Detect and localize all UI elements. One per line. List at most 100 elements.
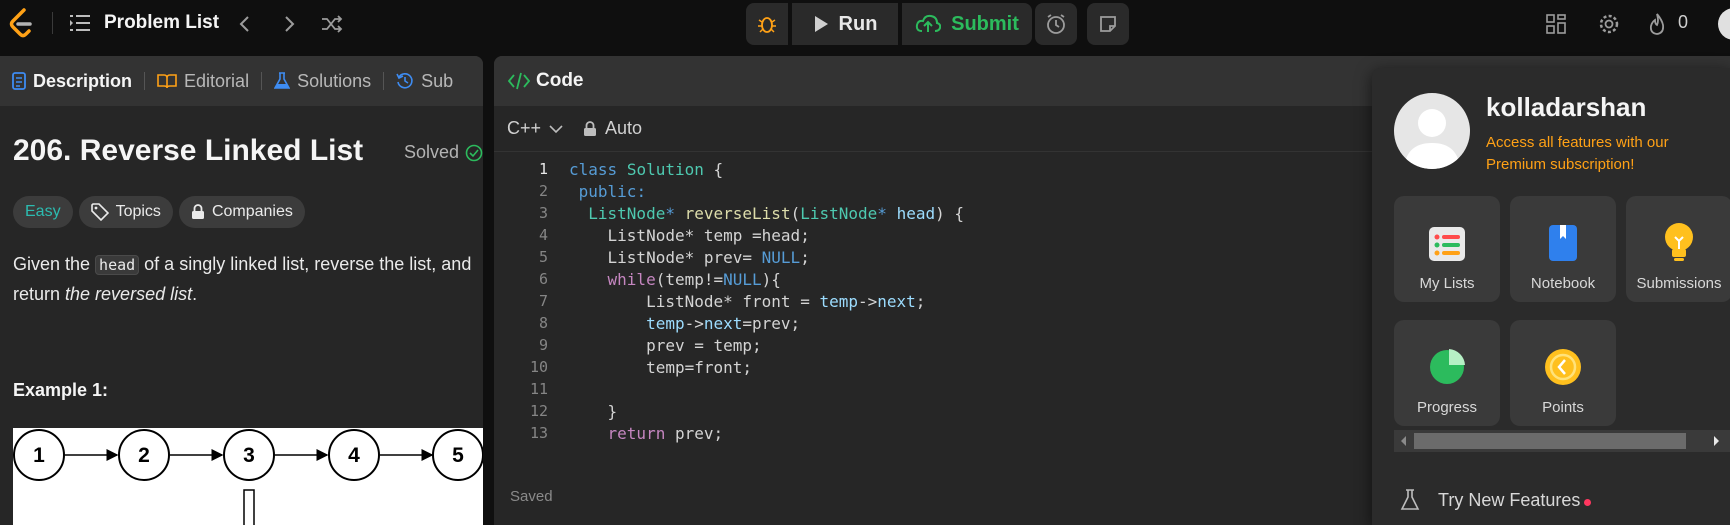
flask-icon: [1400, 489, 1420, 510]
tab-editorial[interactable]: Editorial: [157, 71, 249, 92]
line-number: 7: [538, 292, 548, 310]
premium-promo-link[interactable]: Access all features with our Premium sub…: [1486, 132, 1706, 176]
node-label: 5: [452, 444, 464, 467]
code-line: ListNode* reverseList(ListNode* head) {: [588, 204, 964, 223]
streak-count: 0: [1678, 12, 1689, 32]
page-title: 206. Reverse Linked List: [13, 134, 364, 167]
divider: [52, 12, 53, 34]
scrollbar-thumb[interactable]: [1414, 433, 1686, 449]
submit-label: Submit: [951, 12, 1019, 35]
language-select[interactable]: C++: [507, 118, 563, 139]
alarm-clock-icon: [1047, 14, 1065, 34]
notes-button[interactable]: [1087, 3, 1129, 45]
linked-list-node: 2: [118, 429, 170, 481]
tab-submissions[interactable]: Sub: [396, 71, 453, 92]
description-icon: [12, 72, 26, 90]
horizontal-scrollbar[interactable]: [1394, 430, 1730, 452]
my-lists-tile[interactable]: My Lists: [1394, 196, 1500, 302]
problem-description: Given the head of a singly linked list, …: [13, 250, 473, 309]
streak-flame-icon[interactable]: [1645, 10, 1669, 38]
tab-divider: [383, 72, 385, 90]
example-diagram: 1 2 3 4 5: [13, 428, 483, 525]
top-navbar: Problem List Run Submit 0: [0, 0, 1730, 48]
tab-solutions[interactable]: Solutions: [274, 71, 371, 92]
chevron-right-icon[interactable]: [276, 10, 304, 38]
gear-icon[interactable]: [1595, 10, 1623, 38]
problem-tags: Easy Topics Companies: [13, 196, 305, 228]
tab-label: Editorial: [184, 70, 250, 91]
user-dropdown-menu: kolladarshan Access all features with ou…: [1372, 68, 1730, 525]
username[interactable]: kolladarshan: [1486, 92, 1646, 123]
notebook-icon: [1549, 225, 1577, 261]
tile-label: Progress: [1416, 399, 1478, 416]
problem-list-link[interactable]: Problem List: [104, 12, 219, 34]
chip-label: Topics: [115, 203, 161, 220]
auto-mode-toggle[interactable]: Auto: [583, 118, 642, 139]
node-label: 3: [243, 444, 255, 467]
save-status: Saved: [510, 488, 553, 505]
auto-label: Auto: [605, 118, 643, 138]
run-button[interactable]: Run: [792, 3, 898, 45]
companies-chip[interactable]: Companies: [178, 196, 305, 228]
desc-emphasis: the reversed list: [65, 284, 193, 304]
chevron-down-icon: [549, 124, 563, 133]
solved-status: Solved: [404, 142, 483, 163]
list-icon: [1429, 227, 1465, 261]
down-arrow-shaft: [243, 489, 255, 525]
code-brackets-icon: [508, 72, 530, 90]
points-tile[interactable]: Points: [1510, 320, 1616, 426]
try-new-features-item[interactable]: Try New Features: [1400, 489, 1592, 511]
tab-divider: [261, 72, 263, 90]
check-circle-icon: [465, 144, 483, 161]
new-indicator-dot: [1584, 498, 1592, 506]
avatar[interactable]: [1394, 93, 1470, 169]
tile-label: Notebook: [1530, 275, 1596, 292]
lock-icon: [584, 120, 597, 136]
code-line: public:: [578, 182, 647, 201]
linked-list-node: 3: [223, 429, 275, 481]
avatar[interactable]: [1718, 8, 1730, 40]
code-line: return prev;: [607, 424, 724, 443]
scroll-right-icon: [1714, 436, 1719, 446]
line-number: 12: [529, 402, 548, 420]
shuffle-icon[interactable]: [318, 10, 346, 38]
submissions-tile[interactable]: Submissions: [1626, 196, 1730, 302]
lightbulb-icon: [1665, 223, 1693, 261]
timer-button[interactable]: [1035, 3, 1077, 45]
debug-button[interactable]: [746, 3, 788, 45]
desc-text: .: [192, 284, 198, 304]
tab-description[interactable]: Description: [12, 71, 132, 92]
line-number: 9: [538, 336, 548, 354]
line-number: 11: [529, 380, 548, 398]
code-line: ListNode* prev= NULL;: [569, 248, 810, 267]
layout-grid-icon[interactable]: [1542, 10, 1570, 38]
tile-label: Submissions: [1636, 275, 1722, 292]
bug-icon: [758, 17, 776, 33]
tab-divider: [144, 72, 146, 90]
code-line: ListNode* temp =head;: [569, 226, 810, 245]
list-icon[interactable]: [70, 13, 90, 33]
tile-label: My Lists: [1419, 275, 1475, 292]
line-number: 2: [538, 182, 548, 200]
node-label: 2: [138, 444, 150, 467]
tab-label: Sub: [421, 70, 454, 91]
leetcode-logo-icon[interactable]: [8, 8, 36, 40]
chevron-left-icon[interactable]: [230, 10, 258, 38]
example-title: Example 1:: [13, 380, 109, 400]
run-submit-group: Run Submit: [746, 3, 1032, 45]
line-number: 8: [538, 314, 548, 332]
submit-button[interactable]: Submit: [902, 3, 1032, 45]
node-label: 1: [33, 444, 45, 467]
progress-tile[interactable]: Progress: [1394, 320, 1500, 426]
inline-code: head: [95, 255, 140, 275]
code-line: temp->next=prev;: [646, 314, 801, 333]
solved-label: Solved: [404, 142, 460, 162]
topics-chip[interactable]: Topics: [78, 196, 173, 228]
chip-label: Companies: [211, 203, 293, 220]
difficulty-badge[interactable]: Easy: [13, 196, 73, 228]
line-number: 13: [529, 424, 548, 442]
notebook-tile[interactable]: Notebook: [1510, 196, 1616, 302]
problem-description-panel: Description Editorial Solutions Sub 206.…: [0, 56, 483, 525]
lock-icon: [191, 204, 204, 219]
linked-list-node: 5: [432, 429, 483, 481]
